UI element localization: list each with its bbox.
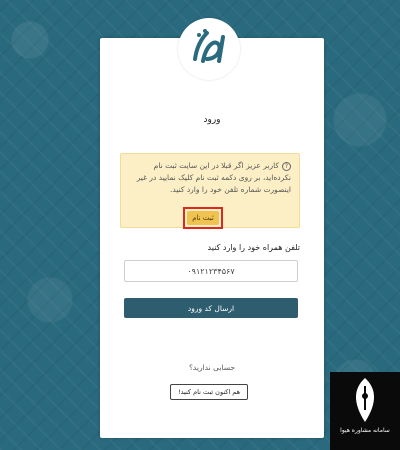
watermark-text: سامانه مشاوره هیوا <box>340 427 390 434</box>
watermark: سامانه مشاوره هیوا <box>330 372 400 450</box>
phone-label: تلفن همراه خود را وارد کنید <box>207 243 300 252</box>
info-icon: ? <box>282 162 291 171</box>
send-code-button[interactable]: ارسال کد ورود <box>124 298 298 318</box>
no-account-text: حسابی ندارید؟ <box>188 363 236 372</box>
notice-text: کاربر عزیز اگر قبلا در این سایت ثبت نام … <box>136 161 291 194</box>
phone-input[interactable] <box>124 260 298 282</box>
register-now-button[interactable]: هم اکنون ثبت نام کنید! <box>170 384 248 400</box>
page-title: ورود <box>203 115 221 125</box>
signup-button-label: ثبت نام <box>187 211 219 225</box>
alefba-logo-icon <box>193 29 225 63</box>
signup-button[interactable]: ثبت نام <box>183 207 223 229</box>
login-card <box>100 38 324 438</box>
logo <box>178 18 240 80</box>
pen-nib-icon <box>355 378 375 422</box>
